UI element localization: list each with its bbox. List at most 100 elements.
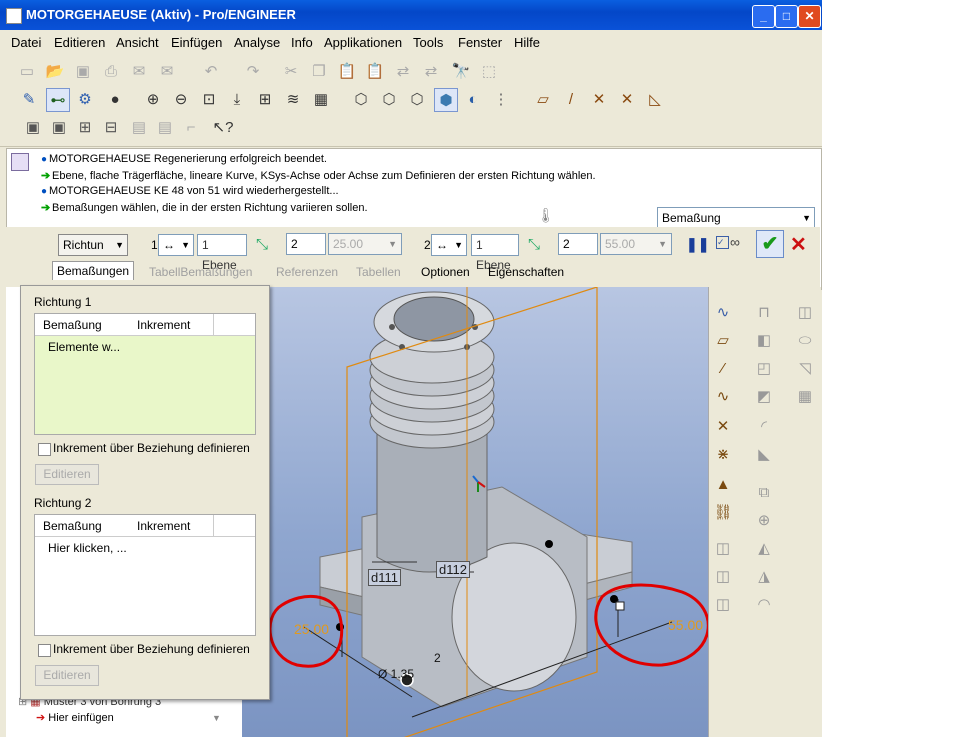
menu-einfuegen[interactable]: Einfügen xyxy=(171,35,222,50)
paste-icon[interactable]: 📋 xyxy=(336,60,358,82)
hidden-line-icon[interactable]: ⬡ xyxy=(378,88,400,110)
message-log-icon[interactable] xyxy=(11,153,29,171)
direction-2-table[interactable]: Bemaßung Inkrement Hier klicken, ... xyxy=(34,514,256,636)
insert-feature-2-icon[interactable]: ◫ xyxy=(712,565,734,587)
diameter-dimension[interactable]: Ø 1.35 xyxy=(378,667,414,681)
coordinate-system-icon[interactable]: ⋇ xyxy=(712,443,734,465)
cut-icon[interactable]: ✂ xyxy=(280,60,302,82)
close-button[interactable]: ✕ xyxy=(798,5,821,28)
dimension-label-d112[interactable]: d112 xyxy=(436,561,470,578)
feature-tool-3-icon[interactable]: ⊞ xyxy=(74,116,96,138)
datum-plane-icon[interactable]: ▱ xyxy=(712,329,734,351)
new-file-icon[interactable]: ▭ xyxy=(16,60,38,82)
merge-icon[interactable]: ◭ xyxy=(753,537,775,559)
annotation-display-icon[interactable]: ◺ xyxy=(644,88,666,110)
sketch-icon[interactable]: ∿ xyxy=(712,301,734,323)
tab-referenzen[interactable]: Referenzen xyxy=(276,265,338,279)
direction-1-table[interactable]: Bemaßung Inkrement Elemente w... xyxy=(34,313,256,435)
edit-button-1[interactable]: Editieren xyxy=(35,464,99,485)
context-help-icon[interactable]: ↖? xyxy=(212,116,234,138)
filter-select[interactable]: Bemaßung ▼ xyxy=(657,207,815,229)
extrude-icon[interactable]: ⊓ xyxy=(753,301,775,323)
chevron-down-icon[interactable]: ▼ xyxy=(212,713,221,723)
direction-1-count-input[interactable]: 2 xyxy=(286,233,326,255)
increment-value-25[interactable]: 25.00 xyxy=(294,621,329,637)
save-icon[interactable]: ▣ xyxy=(72,60,94,82)
menu-info[interactable]: Info xyxy=(291,35,313,50)
trim-icon[interactable]: ◮ xyxy=(753,565,775,587)
tab-bemassungen[interactable]: Bemaßungen xyxy=(52,261,135,280)
menu-applikationen[interactable]: Applikationen xyxy=(324,35,402,50)
tab-eigenschaften[interactable]: Eigenschaften xyxy=(488,265,564,279)
pattern-type-select[interactable]: Richtun ▼ xyxy=(58,234,128,256)
analysis-feature-icon[interactable]: ▲ xyxy=(712,473,734,495)
sketch-tool-icon[interactable]: ✎ xyxy=(18,88,40,110)
datum-display-icon[interactable]: ⊷ xyxy=(46,88,70,112)
confirm-check-icon[interactable]: ✔ xyxy=(756,230,784,258)
view-manager-icon[interactable]: ▦ xyxy=(310,88,332,110)
insert-feature-3-icon[interactable]: ◫ xyxy=(712,593,734,615)
layers-icon[interactable]: ≋ xyxy=(282,88,304,110)
undo-icon[interactable]: ↶ xyxy=(200,60,222,82)
insert-feature-1-icon[interactable]: ◫ xyxy=(712,537,734,559)
datum-axes-icon[interactable]: / xyxy=(560,88,582,110)
increment-relation-checkbox-1[interactable] xyxy=(38,443,51,456)
shaded-icon[interactable]: ⬢ xyxy=(434,88,458,112)
menu-tools[interactable]: Tools xyxy=(413,35,443,50)
coordinate-systems-icon[interactable]: ✕ xyxy=(616,88,638,110)
selection-box-icon[interactable]: ⬚ xyxy=(478,60,500,82)
selection-marker-icon[interactable] xyxy=(615,601,625,611)
direction-1-rows[interactable]: Elemente w... xyxy=(35,336,255,434)
zoom-out-icon[interactable]: ⊖ xyxy=(170,88,192,110)
direction-1-increment-input[interactable]: 25.00 ▼ xyxy=(328,233,402,255)
feature-tool-5-icon[interactable]: ▤ xyxy=(128,116,150,138)
draft-icon[interactable]: ▦ xyxy=(794,385,816,407)
feature-tool-1-icon[interactable]: ▣ xyxy=(22,116,44,138)
pattern-chain-icon[interactable]: ⛓ xyxy=(712,501,734,523)
regenerate-icon[interactable]: ⇄ xyxy=(392,60,414,82)
spin-center-icon[interactable]: ⚙ xyxy=(74,88,96,110)
blend-icon[interactable]: ◩ xyxy=(753,385,775,407)
tab-tabellbemassungen[interactable]: TabellBemaßungen xyxy=(149,265,252,279)
table-row[interactable]: Elemente w... xyxy=(48,340,120,354)
menu-fenster[interactable]: Fenster xyxy=(458,35,502,50)
shading-icon[interactable]: ● xyxy=(104,88,126,110)
zoom-in-icon[interactable]: ⊕ xyxy=(142,88,164,110)
feature-tool-4-icon[interactable]: ⊟ xyxy=(100,116,122,138)
pattern-icon[interactable]: ⧉ xyxy=(753,481,775,503)
preview-checkbox[interactable]: ✓ xyxy=(716,236,729,249)
datum-planes-icon[interactable]: ▱ xyxy=(532,88,554,110)
tab-tabellen[interactable]: Tabellen xyxy=(356,265,401,279)
tree-item-insert-here[interactable]: ➔ Hier einfügen xyxy=(36,711,114,724)
datum-point[interactable] xyxy=(545,540,553,548)
flip-direction-1-icon[interactable]: ⤡ xyxy=(256,236,268,253)
model-tree-icon[interactable]: ⋮ xyxy=(490,88,512,110)
direction-2-increment-input[interactable]: 55.00 ▼ xyxy=(600,233,672,255)
revolve-icon[interactable]: ◧ xyxy=(753,329,775,351)
saved-views-icon[interactable]: ⊞ xyxy=(254,88,276,110)
menu-analyse[interactable]: Analyse xyxy=(234,35,280,50)
refit-icon[interactable]: ⊡ xyxy=(198,88,220,110)
menu-editieren[interactable]: Editieren xyxy=(54,35,105,50)
direction-2-count-input[interactable]: 2 xyxy=(558,233,598,255)
reorient-icon[interactable]: ⤓ xyxy=(226,88,248,110)
sweep-icon[interactable]: ◰ xyxy=(753,357,775,379)
chamfer-icon[interactable]: ◣ xyxy=(753,443,775,465)
round-icon[interactable]: ◜ xyxy=(753,415,775,437)
dimension-label-d111[interactable]: d111 xyxy=(368,569,401,586)
wireframe-icon[interactable]: ⬡ xyxy=(350,88,372,110)
regenerate-manager-icon[interactable]: ⇄ xyxy=(420,60,442,82)
shell-icon[interactable]: ⬭ xyxy=(794,329,816,351)
menu-ansicht[interactable]: Ansicht xyxy=(116,35,159,50)
menu-hilfe[interactable]: Hilfe xyxy=(514,35,540,50)
maximize-button[interactable]: □ xyxy=(775,5,798,28)
minimize-button[interactable]: _ xyxy=(752,5,775,28)
direction-1-reference[interactable]: 1 Ebene xyxy=(197,234,247,272)
paste-special-icon[interactable]: 📋 xyxy=(364,60,386,82)
edit-button-2[interactable]: Editieren xyxy=(35,665,99,686)
offset-icon[interactable]: ◠ xyxy=(753,593,775,615)
direction-1-type-select[interactable]: ↔ ▼ xyxy=(158,234,194,256)
increment-relation-checkbox-2[interactable] xyxy=(38,644,51,657)
no-hidden-icon[interactable]: ⬡ xyxy=(406,88,428,110)
graphics-viewport[interactable]: d111 d112 25.00 55.00 2 Ø 1.35 xyxy=(242,287,708,737)
